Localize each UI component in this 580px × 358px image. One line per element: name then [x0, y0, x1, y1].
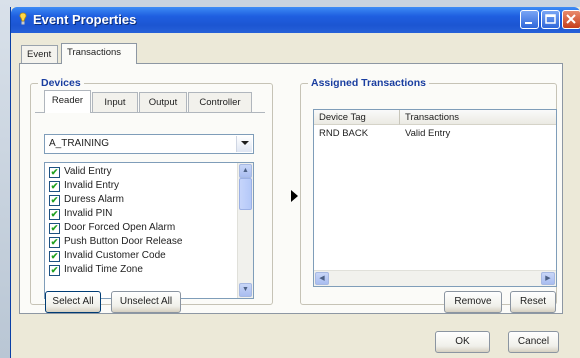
list-item[interactable]: ✔ Valid Entry: [49, 165, 112, 179]
list-item-label: Invalid PIN: [64, 208, 113, 219]
close-button[interactable]: [562, 10, 580, 29]
transaction-checklist: ✔ Valid Entry ✔ Invalid Entry ✔ Duress Alar…: [44, 162, 254, 299]
checkbox-checked[interactable]: ✔: [49, 181, 60, 192]
list-item-label: Invalid Time Zone: [64, 264, 143, 275]
column-header-device-tag[interactable]: Device Tag: [314, 110, 400, 125]
checkbox-checked[interactable]: ✔: [49, 265, 60, 276]
checkbox-checked[interactable]: ✔: [49, 195, 60, 206]
scroll-right-button[interactable]: ▶: [541, 272, 555, 285]
checkbox-checked[interactable]: ✔: [49, 209, 60, 220]
minimize-button[interactable]: [520, 10, 539, 29]
list-item-label: Push Button Door Release: [64, 236, 183, 247]
assigned-transactions-list: Device Tag Transactions RND BACK Valid E…: [313, 109, 557, 287]
horizontal-scrollbar[interactable]: ◀ ▶: [314, 270, 556, 286]
checkbox-checked[interactable]: ✔: [49, 251, 60, 262]
subtab-input[interactable]: Input: [92, 92, 138, 112]
reset-button[interactable]: Reset: [510, 291, 556, 313]
unselect-all-button[interactable]: Unselect All: [111, 291, 181, 313]
tab-event[interactable]: Event: [21, 45, 58, 63]
device-select-value: A_TRAINING: [49, 138, 110, 149]
ok-button[interactable]: OK: [435, 331, 490, 353]
scroll-up-button[interactable]: ▲: [239, 164, 252, 178]
chevron-down-icon: [240, 141, 249, 145]
checkbox-checked[interactable]: ✔: [49, 237, 60, 248]
list-item[interactable]: ✔ Invalid Time Zone: [49, 263, 143, 277]
checkbox-checked[interactable]: ✔: [49, 167, 60, 178]
scroll-left-button[interactable]: ◀: [315, 272, 329, 285]
tab-transactions[interactable]: Transactions: [61, 43, 137, 64]
window-title: Event Properties: [33, 12, 137, 27]
close-icon: [566, 14, 576, 24]
maximize-button[interactable]: [541, 10, 560, 29]
remove-button[interactable]: Remove: [444, 291, 502, 313]
select-all-button[interactable]: Select All: [45, 291, 101, 313]
table-cell-device-tag[interactable]: RND BACK: [319, 127, 368, 140]
scroll-thumb[interactable]: [239, 178, 252, 210]
assign-arrow-icon[interactable]: [291, 190, 298, 202]
vertical-scrollbar[interactable]: ▲ ▼: [237, 163, 253, 298]
minimize-icon: [525, 22, 532, 24]
device-select[interactable]: A_TRAINING: [44, 134, 254, 154]
list-item[interactable]: ✔ Push Button Door Release: [49, 235, 182, 249]
subtab-controller[interactable]: Controller: [188, 92, 252, 112]
table-cell-transaction[interactable]: Valid Entry: [405, 127, 450, 140]
maximize-icon: [545, 14, 556, 24]
app-icon: [19, 12, 27, 25]
title-bar[interactable]: Event Properties: [11, 7, 580, 33]
list-item[interactable]: ✔ Invalid Entry: [49, 179, 119, 193]
cancel-button[interactable]: Cancel: [508, 331, 559, 353]
event-properties-window: Event Properties Event Transactions Devi…: [10, 7, 580, 358]
list-item-label: Duress Alarm: [64, 194, 125, 205]
list-item-label: Invalid Customer Code: [64, 250, 166, 261]
assigned-transactions-group: Assigned Transactions Device Tag Transac…: [300, 77, 557, 305]
assigned-group-title: Assigned Transactions: [308, 77, 429, 89]
list-item-label: Valid Entry: [64, 166, 112, 177]
checkbox-checked[interactable]: ✔: [49, 223, 60, 234]
column-header-transactions[interactable]: Transactions: [400, 110, 556, 125]
subtab-reader[interactable]: Reader: [44, 90, 91, 113]
transactions-tab-page: Devices Reader Input Output Controller A…: [19, 63, 563, 314]
devices-group-title: Devices: [38, 77, 84, 89]
list-item[interactable]: ✔ Duress Alarm: [49, 193, 124, 207]
subtab-output[interactable]: Output: [139, 92, 187, 112]
list-item[interactable]: ✔ Invalid PIN: [49, 207, 112, 221]
list-item-label: Door Forced Open Alarm: [64, 222, 176, 233]
list-item[interactable]: ✔ Invalid Customer Code: [49, 249, 166, 263]
list-item[interactable]: ✔ Door Forced Open Alarm: [49, 221, 175, 235]
dropdown-button[interactable]: [236, 136, 252, 152]
list-item-label: Invalid Entry: [64, 180, 120, 191]
scroll-down-button[interactable]: ▼: [239, 283, 252, 297]
